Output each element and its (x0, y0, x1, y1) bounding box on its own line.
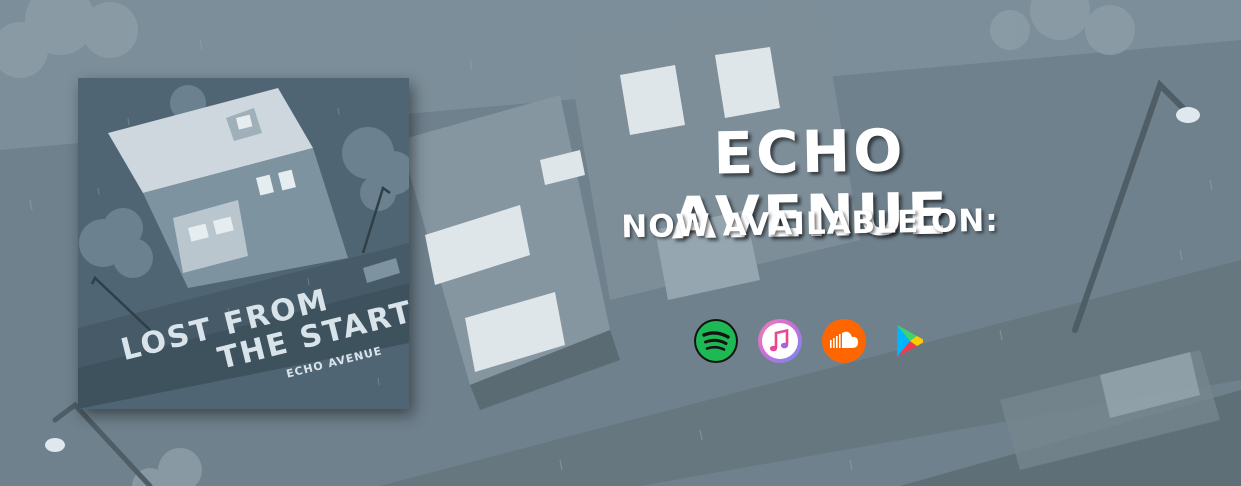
soundcloud-icon[interactable] (821, 318, 867, 364)
echo-avenue-banner: LOST FROM THE START ECHO AVENUE ECHO AVE… (0, 0, 1241, 486)
spotify-icon[interactable] (693, 318, 739, 364)
itunes-icon[interactable] (757, 318, 803, 364)
streaming-platforms (693, 318, 931, 364)
google-play-icon[interactable] (885, 318, 931, 364)
availability-tagline: NOW AVAILABLE ON: (621, 202, 999, 246)
